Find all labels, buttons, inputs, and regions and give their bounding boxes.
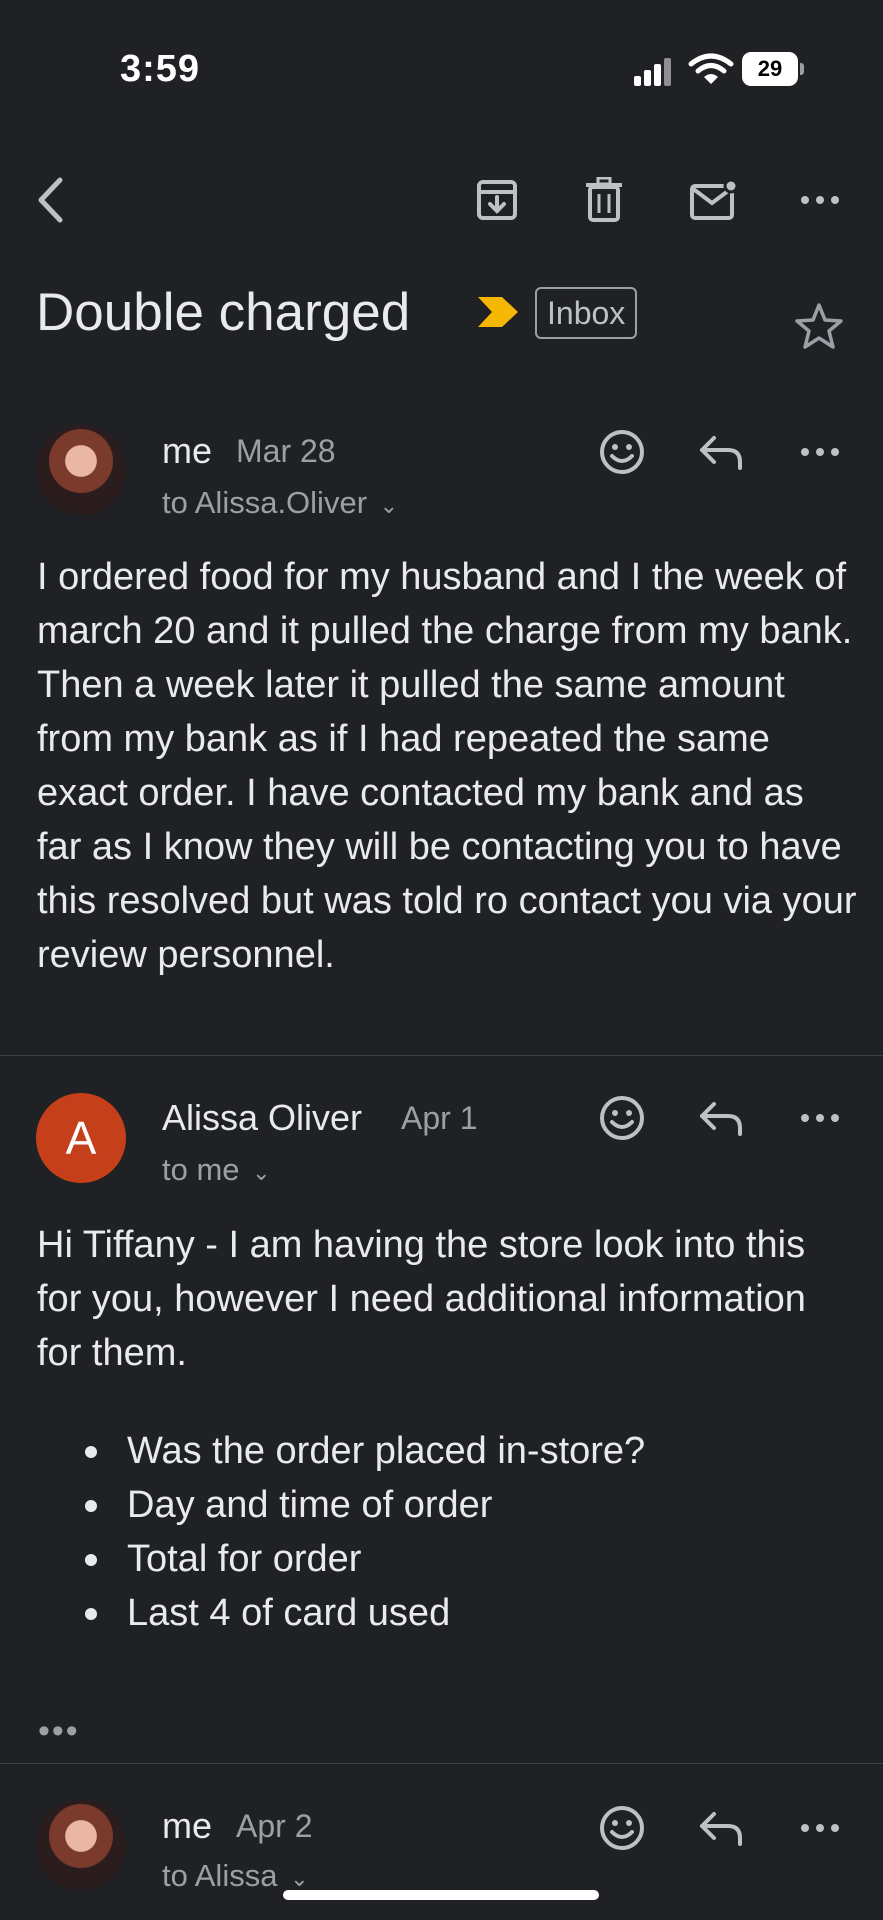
home-indicator[interactable] (283, 1890, 599, 1900)
message-date: Apr 2 (236, 1808, 313, 1844)
back-arrow-icon[interactable] (22, 172, 78, 228)
message-body: Hi Tiffany - I am having the store look … (37, 1224, 806, 1374)
chevron-down-icon: ⌄ (290, 1866, 309, 1891)
status-time: 3:59 (120, 48, 201, 90)
chevron-down-icon: ⌄ (252, 1160, 271, 1185)
more-horizontal-icon[interactable] (792, 172, 848, 228)
message-date: Mar 28 (236, 433, 336, 469)
recipient-details[interactable]: to Alissa ⌄ (162, 1858, 309, 1894)
message-body: I ordered food for my husband and I the … (37, 556, 857, 976)
more-horizontal-icon[interactable] (792, 1090, 848, 1146)
chevron-down-icon: ⌄ (379, 493, 399, 518)
more-horizontal-icon[interactable] (792, 1800, 848, 1856)
emoji-reaction-icon[interactable] (594, 1800, 650, 1856)
email-subject: Double charged (36, 283, 411, 342)
show-trimmed-content-button[interactable]: ••• (38, 1712, 80, 1751)
emoji-reaction-icon[interactable] (594, 424, 650, 480)
avatar[interactable] (36, 425, 126, 515)
wifi-icon (688, 52, 734, 86)
sender-name: me (162, 430, 213, 471)
recipient-details[interactable]: to Alissa.Oliver ⌄ (162, 485, 398, 521)
battery-icon: 29 (742, 52, 804, 86)
list-item: Was the order placed in-store? (37, 1424, 857, 1478)
recipient-text: to Alissa.Oliver (162, 485, 368, 520)
trash-icon[interactable] (576, 172, 632, 228)
mark-unread-icon[interactable] (685, 172, 741, 228)
cellular-signal-icon (634, 56, 674, 86)
inbox-label-chip[interactable]: Inbox (535, 287, 638, 339)
recipient-text: to Alissa (162, 1858, 278, 1893)
list-item: Last 4 of card used (37, 1586, 857, 1640)
battery-level: 29 (742, 52, 798, 86)
more-horizontal-icon[interactable] (792, 424, 848, 480)
avatar[interactable]: A (36, 1093, 126, 1183)
avatar[interactable] (36, 1800, 126, 1890)
reply-icon[interactable] (694, 1800, 750, 1856)
recipient-text: to me (162, 1152, 240, 1187)
archive-icon[interactable] (469, 172, 525, 228)
info-request-list: Was the order placed in-store? Day and t… (37, 1424, 857, 1640)
importance-marker-icon[interactable] (476, 295, 520, 329)
reply-icon[interactable] (694, 1090, 750, 1146)
star-icon[interactable] (793, 300, 845, 352)
list-item: Day and time of order (37, 1478, 857, 1532)
sender-name: Alissa Oliver (162, 1097, 363, 1138)
divider (0, 1055, 883, 1056)
list-item: Total for order (37, 1532, 857, 1586)
sender-name: me (162, 1805, 213, 1846)
message-date: Apr 1 (401, 1100, 478, 1136)
divider (0, 1763, 883, 1764)
emoji-reaction-icon[interactable] (594, 1090, 650, 1146)
reply-icon[interactable] (694, 424, 750, 480)
recipient-details[interactable]: to me ⌄ (162, 1152, 271, 1188)
